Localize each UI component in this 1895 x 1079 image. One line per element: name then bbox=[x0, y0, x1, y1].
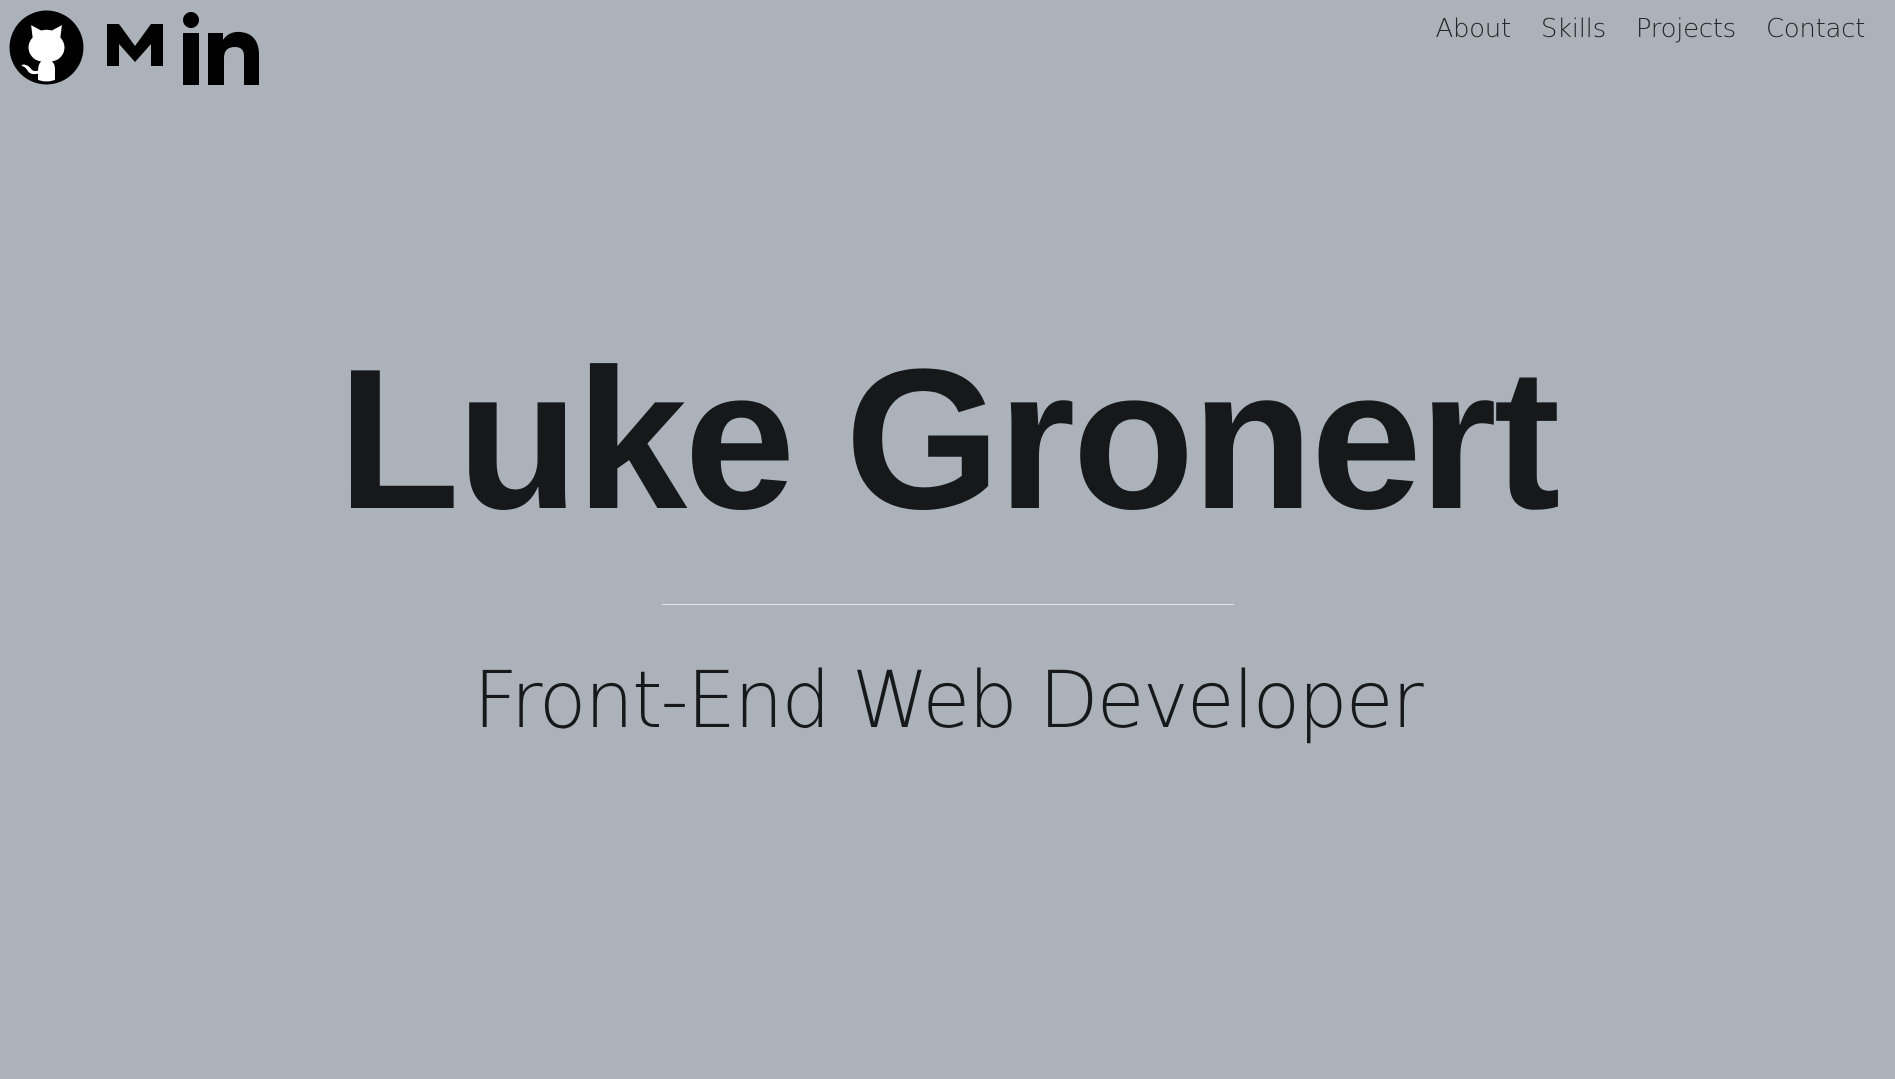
nav-projects[interactable]: Projects bbox=[1636, 14, 1736, 44]
medium-icon bbox=[107, 24, 163, 66]
nav-skills[interactable]: Skills bbox=[1541, 14, 1606, 44]
github-link[interactable] bbox=[8, 9, 85, 86]
hero-title: Front-End Web Developer bbox=[473, 656, 1423, 746]
hero-section: Luke Gronert Front-End Web Developer bbox=[0, 340, 1895, 749]
linkedin-link[interactable] bbox=[165, 9, 260, 85]
hero-name: Luke Gronert bbox=[337, 328, 1561, 551]
linkedin-icon bbox=[183, 12, 259, 85]
nav-about[interactable]: About bbox=[1435, 14, 1511, 44]
github-icon bbox=[9, 10, 84, 84]
nav-contact[interactable]: Contact bbox=[1766, 14, 1865, 44]
main-nav: About Skills Projects Contact bbox=[1435, 14, 1865, 44]
medium-link[interactable] bbox=[85, 24, 165, 68]
social-links bbox=[8, 8, 260, 86]
hero-divider bbox=[661, 604, 1234, 605]
